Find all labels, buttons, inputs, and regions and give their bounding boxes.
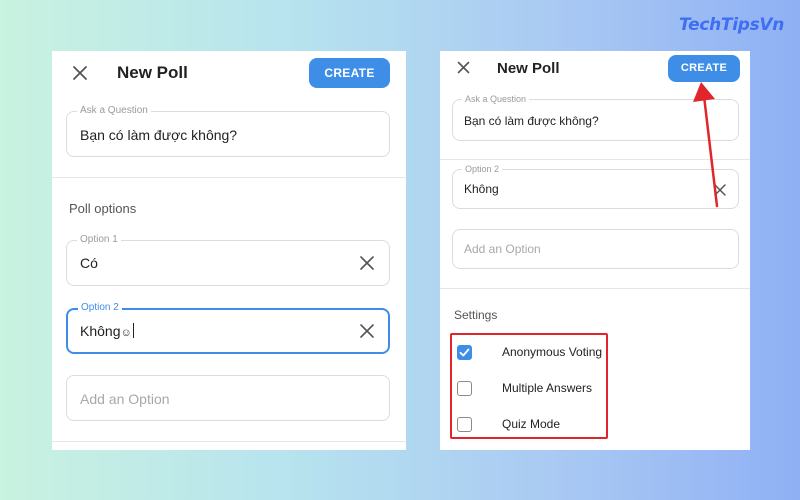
annotation-highlight-box	[450, 333, 608, 439]
close-icon[interactable]	[457, 61, 470, 74]
create-button[interactable]: CREATE	[309, 58, 390, 88]
settings-title: Settings	[454, 308, 498, 322]
option-field[interactable]: Option 1 Có	[66, 234, 390, 286]
question-label: Ask a Question	[462, 94, 530, 104]
divider	[440, 288, 750, 289]
question-value: Bạn có làm được không?	[80, 127, 238, 143]
question-label: Ask a Question	[77, 105, 151, 116]
new-poll-panel-left: New Poll CREATE Ask a Question Bạn có là…	[52, 51, 406, 450]
option-field-focused[interactable]: Option 2 Không☺	[66, 302, 390, 354]
poll-options-title: Poll options	[69, 201, 137, 216]
text-caret	[132, 323, 134, 338]
add-option-placeholder: Add an Option	[464, 242, 541, 256]
page-title: New Poll	[497, 60, 560, 77]
divider	[52, 441, 406, 442]
add-option-field[interactable]: Add an Option	[452, 229, 739, 269]
option-value: Không	[464, 182, 499, 196]
option-value: Không	[80, 323, 121, 339]
add-option-placeholder: Add an Option	[80, 391, 170, 407]
option-value-wrap: Không☺	[80, 323, 134, 339]
close-icon[interactable]	[72, 65, 88, 81]
clear-icon[interactable]	[360, 256, 374, 275]
question-value: Bạn có làm được không?	[464, 114, 599, 128]
add-option-field[interactable]: Add an Option	[66, 375, 390, 421]
option-value: Có	[80, 255, 98, 271]
smiley-icon: ☺	[120, 327, 132, 339]
option-label: Option 2	[78, 302, 122, 313]
clear-icon[interactable]	[360, 324, 374, 343]
option-label: Option 1	[77, 234, 121, 245]
option-label: Option 2	[462, 164, 503, 174]
page-title: New Poll	[117, 63, 188, 82]
brand-logo-text: TechTipsVn	[679, 15, 785, 35]
annotation-arrow-icon	[693, 82, 719, 208]
question-field[interactable]: Ask a Question Bạn có làm được không?	[66, 105, 390, 157]
divider	[52, 177, 406, 178]
